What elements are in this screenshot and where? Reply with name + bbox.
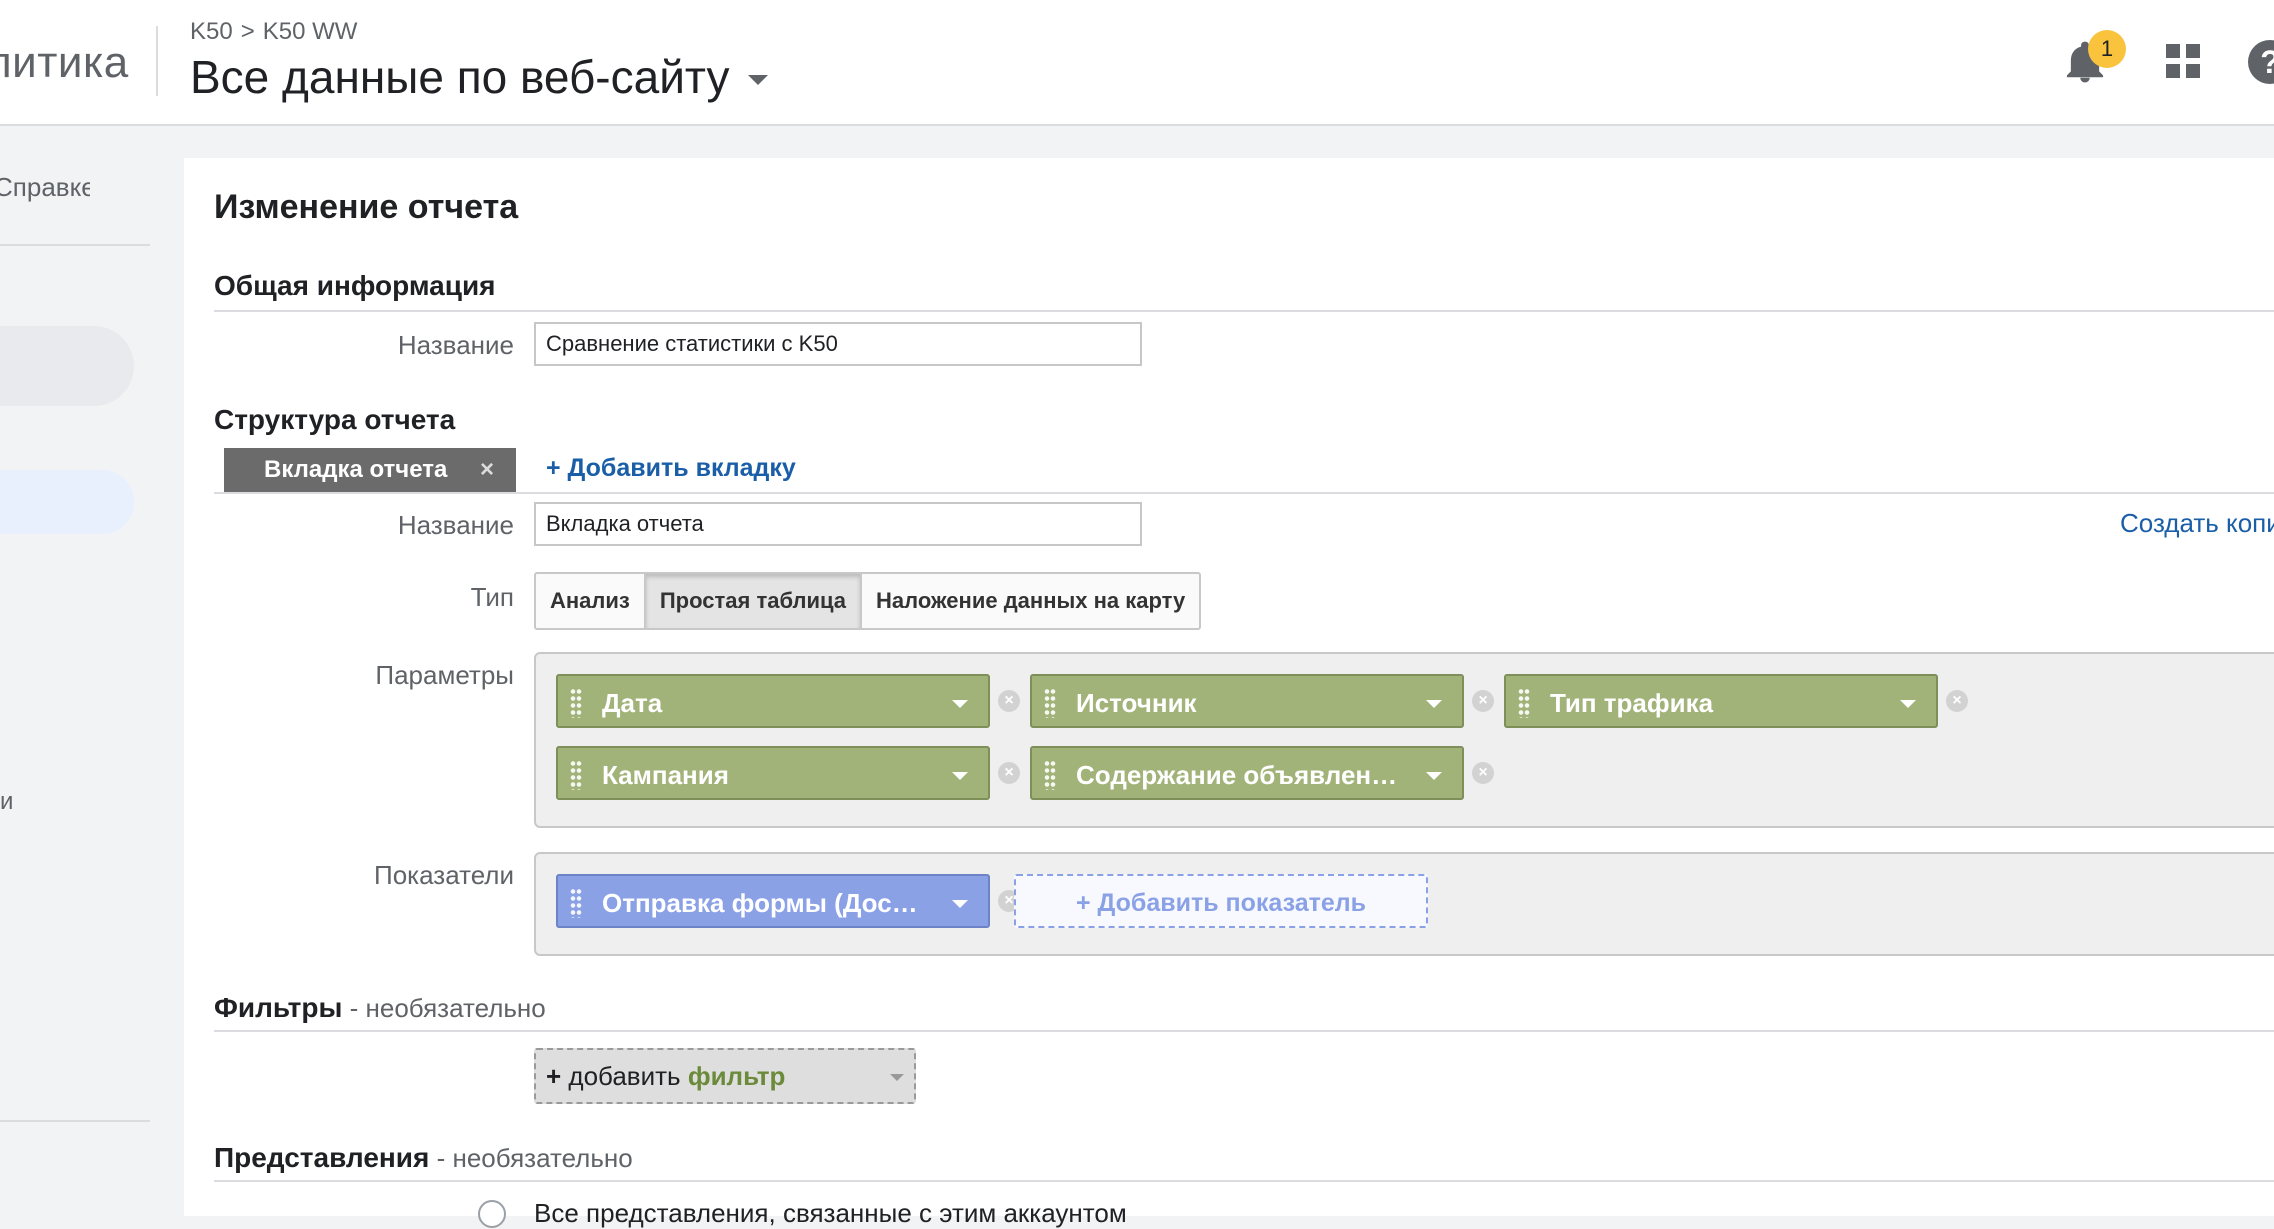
section-divider: [214, 1030, 2274, 1032]
drag-handle-icon[interactable]: [1044, 688, 1056, 718]
close-icon[interactable]: ×: [480, 448, 494, 492]
sidebar-divider: [0, 1120, 150, 1122]
dimension-chip[interactable]: Источник: [1030, 674, 1464, 728]
sidebar-divider: [0, 244, 150, 246]
views-all-radio[interactable]: [478, 1200, 506, 1228]
metrics-box: Отправка формы (Дос… × + Добавить показа…: [534, 852, 2274, 956]
type-option-explorer[interactable]: Анализ: [536, 574, 646, 628]
drag-handle-icon[interactable]: [570, 888, 582, 918]
tab-report[interactable]: Вкладка отчета ×: [224, 448, 516, 492]
tab-name-input[interactable]: [534, 502, 1142, 546]
tab-name-label: Название: [397, 510, 514, 540]
report-name-label: Название: [397, 330, 514, 360]
section-divider: [214, 1180, 2274, 1182]
views-all-label: Все представления, связанные с этим акка…: [534, 1198, 1127, 1228]
add-filter-text: добавить: [561, 1061, 688, 1091]
metric-chip-label: Отправка формы (Дос…: [602, 888, 918, 918]
dimensions-box: Дата × Источник × Тип трафика × Кампания…: [534, 652, 2274, 828]
view-title: Все данные по веб-сайту: [190, 51, 730, 103]
dimension-chip-label: Содержание объявлен…: [1076, 760, 1398, 790]
app-name: литика: [0, 38, 129, 87]
remove-icon[interactable]: ×: [1472, 762, 1494, 784]
chevron-down-icon[interactable]: [1900, 700, 1916, 708]
sidebar-item-active[interactable]: [0, 470, 134, 534]
report-name-input[interactable]: [534, 322, 1142, 366]
page-title: Изменение отчета: [214, 188, 519, 226]
type-option-flat-table[interactable]: Простая таблица: [645, 574, 863, 628]
type-option-map-overlay[interactable]: Наложение данных на карту: [862, 574, 1199, 628]
notification-badge: 1: [2088, 30, 2126, 68]
dimension-chip-label: Тип трафика: [1550, 688, 1714, 718]
drag-handle-icon[interactable]: [1044, 760, 1056, 790]
type-label: Тип: [470, 582, 514, 612]
dimension-chip-label: Дата: [602, 688, 663, 718]
breadcrumb-account[interactable]: K50: [190, 18, 233, 46]
add-metric-button[interactable]: + Добавить показатель: [1014, 874, 1428, 928]
chevron-down-icon[interactable]: [1426, 700, 1442, 708]
dimension-chip[interactable]: Тип трафика: [1504, 674, 1938, 728]
sidebar: Справке и: [0, 126, 180, 1216]
add-filter-button[interactable]: + добавить фильтр: [534, 1048, 916, 1104]
sidebar-item-label: и: [0, 788, 14, 815]
sidebar-item[interactable]: [0, 326, 134, 406]
optional-label: - необязательно: [429, 1143, 633, 1173]
chevron-down-icon: [747, 75, 768, 85]
remove-icon[interactable]: ×: [1472, 690, 1494, 712]
remove-icon[interactable]: ×: [1946, 690, 1968, 712]
section-report-structure: Структура отчета: [214, 404, 456, 435]
section-general-info: Общая информация: [214, 270, 496, 301]
drag-handle-icon[interactable]: [570, 760, 582, 790]
section-views: Представления - необязательно: [214, 1142, 633, 1174]
drag-handle-icon[interactable]: [570, 688, 582, 718]
remove-icon[interactable]: ×: [998, 762, 1020, 784]
remove-icon[interactable]: ×: [998, 690, 1020, 712]
apps-grid-icon[interactable]: [2166, 44, 2200, 78]
chevron-down-icon[interactable]: [952, 772, 968, 780]
view-selector[interactable]: Все данные по веб-сайту: [190, 50, 768, 104]
dimension-chip-label: Источник: [1076, 688, 1197, 718]
add-filter-word: фильтр: [687, 1061, 786, 1091]
type-selector: Анализ Простая таблица Наложение данных …: [534, 572, 1202, 630]
chevron-down-icon[interactable]: [952, 700, 968, 708]
metric-chip[interactable]: Отправка формы (Дос…: [556, 874, 990, 928]
top-header: литика K50 > K50 WW Все данные по веб-са…: [0, 0, 2274, 126]
tab-report-label: Вкладка отчета: [264, 456, 448, 483]
drag-handle-icon[interactable]: [1518, 688, 1530, 718]
chevron-down-icon[interactable]: [1426, 772, 1442, 780]
dimension-chip[interactable]: Содержание объявлен…: [1030, 746, 1464, 800]
breadcrumb-separator: >: [240, 18, 255, 45]
report-editor-panel: Изменение отчета Общая информация Назван…: [184, 158, 2274, 1228]
section-filters: Фильтры - необязательно: [214, 992, 546, 1024]
dimension-chip[interactable]: Дата: [556, 674, 990, 728]
dimension-chip[interactable]: Кампания: [556, 746, 990, 800]
optional-label: - необязательно: [342, 993, 546, 1023]
dimensions-label: Параметры: [375, 660, 514, 690]
breadcrumb: K50 > K50 WW: [190, 18, 357, 46]
header-divider: [156, 26, 158, 96]
filters-title: Фильтры: [214, 992, 343, 1023]
chevron-down-icon[interactable]: [952, 900, 968, 908]
section-divider: [214, 310, 2274, 312]
section-divider: [214, 492, 2274, 494]
help-icon[interactable]: ?: [2248, 40, 2274, 84]
create-copy-link[interactable]: Создать копи: [2120, 508, 2274, 539]
metrics-label: Показатели: [374, 860, 514, 890]
views-title: Представления: [214, 1142, 430, 1173]
breadcrumb-property[interactable]: K50 WW: [263, 18, 358, 46]
sidebar-help-link[interactable]: Справке: [0, 172, 90, 203]
add-filter-plus: +: [546, 1061, 562, 1091]
add-tab-link[interactable]: + Добавить вкладку: [546, 454, 796, 483]
dimension-chip-label: Кампания: [602, 760, 729, 790]
chevron-down-icon: [890, 1074, 904, 1081]
